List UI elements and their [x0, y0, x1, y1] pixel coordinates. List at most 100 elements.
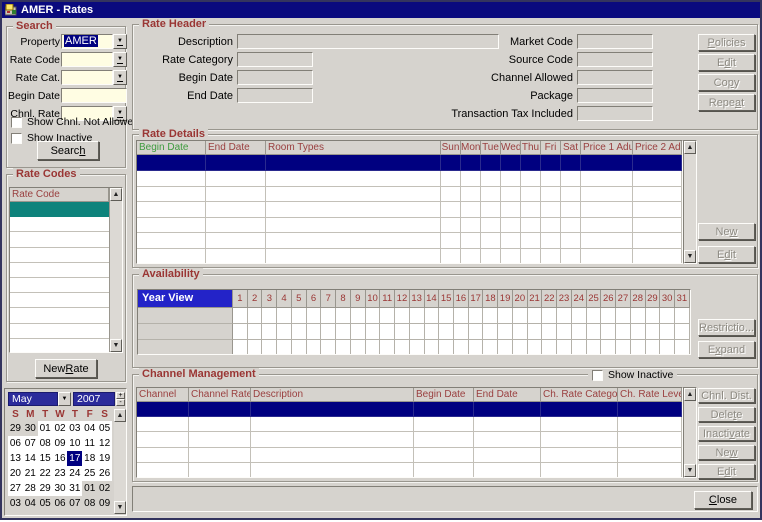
- expand-button[interactable]: Expand: [698, 341, 755, 358]
- selected-row[interactable]: [137, 155, 682, 171]
- selected-row[interactable]: [137, 402, 682, 417]
- calendar-day[interactable]: 27: [8, 481, 23, 496]
- availability-row[interactable]: [138, 308, 690, 324]
- calendar-day[interactable]: 30: [53, 481, 68, 496]
- rate-header-transaction-tax-included-field[interactable]: [577, 106, 653, 121]
- calendar-day[interactable]: 29: [8, 421, 23, 436]
- calendar-day[interactable]: 06: [8, 436, 23, 451]
- new-button[interactable]: New: [698, 223, 755, 240]
- scroll-down-icon[interactable]: ▼: [684, 464, 696, 477]
- rate-code-row[interactable]: [10, 293, 109, 308]
- search-button[interactable]: Search: [37, 141, 99, 160]
- restrictio-button[interactable]: Restrictio...: [698, 319, 755, 336]
- calendar-day[interactable]: 07: [67, 496, 82, 511]
- calendar-day[interactable]: 11: [82, 436, 97, 451]
- rate-header-begin-date-field[interactable]: [237, 70, 313, 85]
- scroll-up-icon[interactable]: ▲: [110, 188, 122, 201]
- calendar-day[interactable]: 06: [53, 496, 68, 511]
- calendar-day[interactable]: 23: [53, 466, 68, 481]
- calendar-day[interactable]: 08: [38, 436, 53, 451]
- calendar-scrollbar[interactable]: ▲ ▼: [114, 409, 126, 514]
- calendar-day[interactable]: 02: [53, 421, 68, 436]
- calendar-day[interactable]: 18: [82, 451, 97, 466]
- rate-code-row[interactable]: [10, 308, 109, 323]
- calendar-day[interactable]: 04: [23, 496, 38, 511]
- table-row[interactable]: [137, 187, 682, 203]
- scroll-up-icon[interactable]: ▲: [684, 388, 696, 401]
- rate-code-row[interactable]: [10, 339, 109, 352]
- rate-code-row[interactable]: [10, 324, 109, 339]
- month-select[interactable]: May: [8, 392, 58, 406]
- calendar-day[interactable]: 22: [38, 466, 53, 481]
- rate-header-end-date-field[interactable]: [237, 88, 313, 103]
- rate-code-row[interactable]: [10, 202, 109, 217]
- calendar-day[interactable]: 25: [82, 466, 97, 481]
- edit-button[interactable]: Edit: [698, 246, 755, 263]
- calendar-day-selected[interactable]: 17: [67, 451, 82, 466]
- calendar-day[interactable]: 10: [67, 436, 82, 451]
- calendar-day[interactable]: 03: [8, 496, 23, 511]
- repeat-button[interactable]: Repeat: [698, 94, 755, 111]
- rate-header-channel-allowed-field[interactable]: [577, 70, 653, 85]
- year-field[interactable]: 2007: [73, 392, 115, 406]
- calendar-day[interactable]: 31: [67, 481, 82, 496]
- scroll-down-icon[interactable]: ▼: [110, 339, 122, 352]
- chnl-dist-button[interactable]: Chnl. Dist.: [698, 388, 755, 403]
- calendar-day[interactable]: 05: [97, 421, 112, 436]
- calendar-day[interactable]: 26: [97, 466, 112, 481]
- calendar-day[interactable]: 21: [23, 466, 38, 481]
- calendar-day[interactable]: 14: [23, 451, 38, 466]
- calendar-day[interactable]: 12: [97, 436, 112, 451]
- scroll-up-icon[interactable]: ▲: [684, 141, 696, 154]
- availability-row[interactable]: [138, 340, 690, 355]
- scroll-down-icon[interactable]: ▼: [114, 501, 126, 514]
- rate-header-source-code-field[interactable]: [577, 52, 653, 67]
- calendar-day[interactable]: 13: [8, 451, 23, 466]
- table-row[interactable]: [137, 448, 682, 463]
- scroll-down-icon[interactable]: ▼: [684, 250, 696, 263]
- rate-code-row[interactable]: [10, 217, 109, 232]
- calendar-day[interactable]: 24: [67, 466, 82, 481]
- table-row[interactable]: [137, 202, 682, 218]
- rate-code-row[interactable]: [10, 263, 109, 278]
- channel-table-scrollbar[interactable]: ▲ ▼: [683, 387, 697, 478]
- availability-row[interactable]: [138, 324, 690, 340]
- month-dropdown-button[interactable]: ▼: [58, 392, 71, 406]
- calendar-day[interactable]: 16: [53, 451, 68, 466]
- new-rate-button[interactable]: New Rate: [35, 359, 97, 378]
- table-row[interactable]: [137, 218, 682, 234]
- show-inactive-checkbox[interactable]: [592, 370, 603, 381]
- calendar-day[interactable]: 04: [82, 421, 97, 436]
- year-view-header[interactable]: Year View: [138, 290, 233, 308]
- calendar-day[interactable]: 05: [38, 496, 53, 511]
- calendar-day[interactable]: 19: [97, 451, 112, 466]
- show-inactive-checkbox[interactable]: [11, 133, 22, 144]
- table-row[interactable]: [137, 233, 682, 249]
- rate-code-row[interactable]: [10, 278, 109, 293]
- calendar-day[interactable]: 29: [38, 481, 53, 496]
- edit-button[interactable]: Edit: [698, 54, 755, 71]
- new-button[interactable]: New: [698, 445, 755, 460]
- table-row[interactable]: [137, 171, 682, 187]
- calendar-day[interactable]: 15: [38, 451, 53, 466]
- rate-code-row[interactable]: [10, 248, 109, 263]
- calendar-day[interactable]: 01: [82, 481, 97, 496]
- table-row[interactable]: [137, 463, 682, 478]
- calendar-day[interactable]: 01: [38, 421, 53, 436]
- rate-header-market-code-field[interactable]: [577, 34, 653, 49]
- calendar-day[interactable]: 30: [23, 421, 38, 436]
- show-chnl-not-allowed-checkbox[interactable]: [11, 117, 22, 128]
- table-row[interactable]: [137, 249, 682, 264]
- rate-codes-scrollbar[interactable]: ▲▼: [109, 188, 122, 352]
- calendar-day[interactable]: 02: [97, 481, 112, 496]
- copy-button[interactable]: Copy: [698, 74, 755, 91]
- rate-header-package-field[interactable]: [577, 88, 653, 103]
- calendar-day[interactable]: 03: [67, 421, 82, 436]
- table-row[interactable]: [137, 432, 682, 447]
- delete-button[interactable]: Delete: [698, 407, 755, 422]
- close-button[interactable]: Close: [694, 491, 752, 509]
- year-decrement-button[interactable]: -: [116, 399, 125, 406]
- scroll-up-icon[interactable]: ▲: [114, 409, 126, 422]
- rate-code-row[interactable]: [10, 232, 109, 247]
- table-row[interactable]: [137, 417, 682, 432]
